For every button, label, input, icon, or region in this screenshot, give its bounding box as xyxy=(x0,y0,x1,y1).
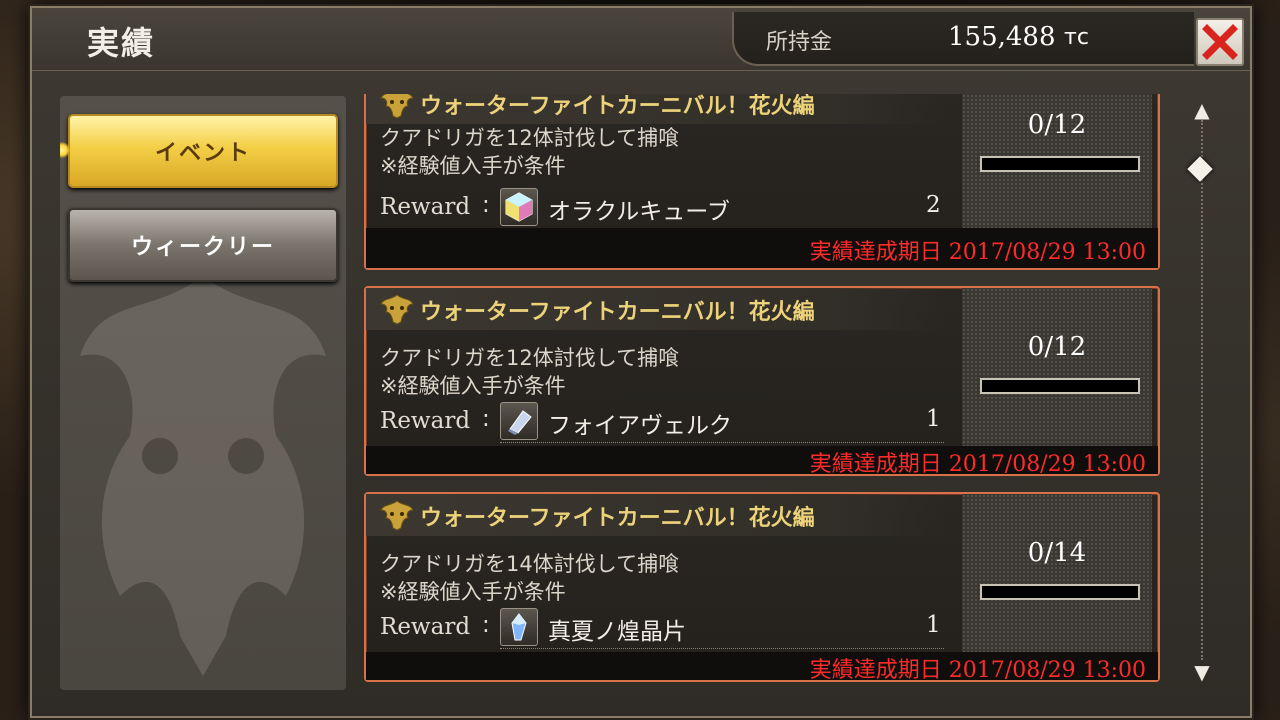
achievement-card: ウォーターファイトカーニバル！花火編 クアドリガを12体討伐して捕喰 ※経験値入… xyxy=(364,94,1160,270)
reward-quantity: 2 xyxy=(926,192,941,218)
reward-quantity: 1 xyxy=(926,406,941,432)
progress-bar xyxy=(980,378,1140,394)
cube-icon xyxy=(500,188,538,226)
event-name: ウォーターファイトカーニバル！花火編 xyxy=(420,300,815,325)
task-condition: ※経験値入手が条件 xyxy=(380,374,566,398)
progress-panel: 0/14 xyxy=(962,494,1152,652)
task-description: クアドリガを12体討伐して捕喰 xyxy=(380,346,680,370)
reward-item-name: オラクルキューブ xyxy=(548,199,730,225)
progress-count: 0/12 xyxy=(1027,110,1087,140)
tab-weekly[interactable]: ウィークリー xyxy=(68,208,338,282)
deadline-text: 実績達成期日 2017/08/29 13:00 xyxy=(809,658,1146,683)
list-scrollbar[interactable]: ▲ ▼ xyxy=(1184,98,1220,688)
page-title: 実績 xyxy=(87,24,156,62)
scroll-thumb[interactable] xyxy=(1187,156,1213,182)
event-crest-icon xyxy=(380,500,414,531)
money-label: 所持金 xyxy=(766,30,833,55)
progress-count: 0/14 xyxy=(1027,538,1087,568)
deadline-text: 実績達成期日 2017/08/29 13:00 xyxy=(809,452,1146,477)
tab-event-label: イベント xyxy=(154,141,251,166)
window-header: 実績 所持金 155,488 тс xyxy=(32,8,1250,71)
reward-colon: : xyxy=(482,612,490,638)
progress-panel: 0/12 xyxy=(962,94,1152,228)
reward-quantity: 1 xyxy=(926,612,941,638)
task-condition: ※経験値入手が条件 xyxy=(380,154,566,178)
event-name: ウォーターファイトカーニバル！花火編 xyxy=(420,94,815,119)
task-condition: ※経験値入手が条件 xyxy=(380,580,566,604)
achievements-window: 実績 所持金 155,488 тс イベント ウィークリー ウォーターファイトカ… xyxy=(30,6,1252,718)
scroll-down-arrow-icon[interactable]: ▼ xyxy=(1189,662,1215,682)
close-button[interactable] xyxy=(1196,18,1244,66)
task-description: クアドリガを14体討伐して捕喰 xyxy=(380,552,680,576)
achievement-card: ウォーターファイトカーニバル！花火編 クアドリガを12体討伐して捕喰 ※経験値入… xyxy=(364,286,1160,477)
reward-label: Reward xyxy=(380,614,471,640)
scroll-track[interactable] xyxy=(1201,120,1203,660)
progress-bar xyxy=(980,156,1140,172)
event-crest-icon xyxy=(380,94,414,119)
deadline-strip: 実績達成期日 2017/08/29 13:00 xyxy=(366,652,1158,683)
card-header: ウォーターファイトカーニバル！花火編 xyxy=(366,494,946,536)
reward-divider xyxy=(500,648,944,649)
reward-label: Reward xyxy=(380,194,471,220)
reward-label: Reward xyxy=(380,408,471,434)
achievement-list[interactable]: ウォーターファイトカーニバル！花火編 クアドリガを12体討伐して捕喰 ※経験値入… xyxy=(362,94,1162,688)
progress-panel: 0/12 xyxy=(962,288,1152,446)
deadline-strip: 実績達成期日 2017/08/29 13:00 xyxy=(366,446,1158,477)
material-icon xyxy=(500,402,538,440)
money-value: 155,488 xyxy=(948,22,1056,52)
card-header: ウォーターファイトカーニバル！花火編 xyxy=(366,288,946,330)
scroll-up-arrow-icon[interactable]: ▲ xyxy=(1189,100,1215,120)
event-crest-icon xyxy=(380,294,414,325)
reward-item-name: フォイアヴェルク xyxy=(548,413,732,439)
tab-event[interactable]: イベント xyxy=(68,114,338,188)
reward-divider xyxy=(500,442,944,443)
reward-item-name: 真夏ノ煌晶片 xyxy=(548,619,686,645)
tab-weekly-label: ウィークリー xyxy=(130,235,275,260)
deadline-strip: 実績達成期日 2017/08/29 13:00 xyxy=(366,228,1158,268)
crystal-icon xyxy=(500,608,538,646)
progress-count: 0/12 xyxy=(1027,332,1087,362)
crest-watermark-icon xyxy=(80,276,326,676)
task-description: クアドリガを12体討伐して捕喰 xyxy=(380,126,680,150)
achievement-card: ウォーターファイトカーニバル！花火編 クアドリガを14体討伐して捕喰 ※経験値入… xyxy=(364,492,1160,683)
close-icon xyxy=(1202,24,1238,60)
event-name: ウォーターファイトカーニバル！花火編 xyxy=(420,506,815,531)
category-sidebar: イベント ウィークリー xyxy=(60,96,346,690)
reward-colon: : xyxy=(482,192,490,218)
reward-colon: : xyxy=(482,406,490,432)
progress-bar xyxy=(980,584,1140,600)
deadline-text: 実績達成期日 2017/08/29 13:00 xyxy=(809,240,1146,265)
card-header: ウォーターファイトカーニバル！花火編 xyxy=(366,94,946,124)
money-display: 所持金 155,488 тс xyxy=(732,12,1194,66)
currency-unit: тс xyxy=(1064,25,1089,50)
